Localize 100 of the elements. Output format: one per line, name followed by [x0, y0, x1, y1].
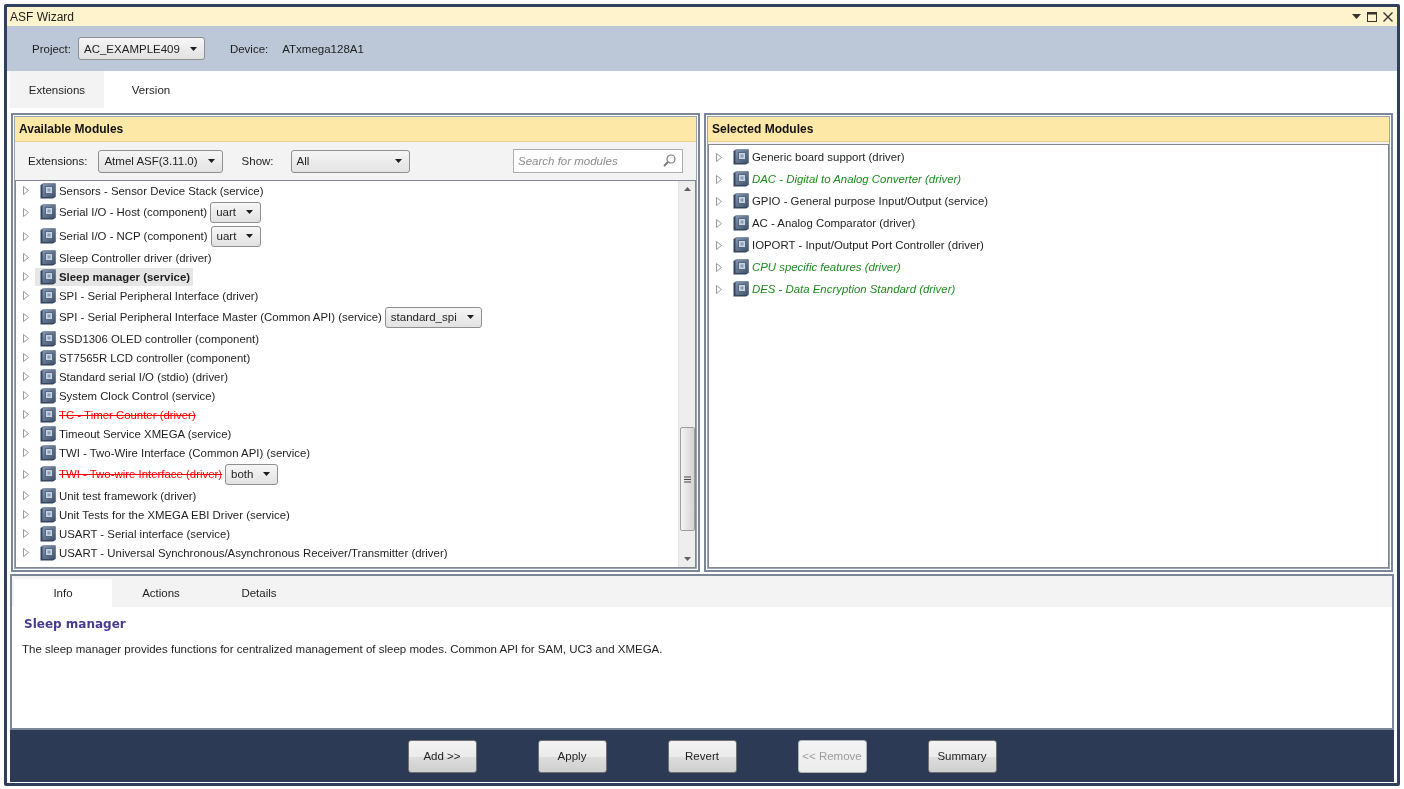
expand-arrow-icon[interactable] [23, 448, 29, 457]
expand-arrow-icon[interactable] [716, 152, 722, 162]
caret-icon [466, 315, 474, 319]
expand-arrow-icon[interactable] [23, 491, 29, 500]
maximize-icon[interactable] [1367, 11, 1377, 22]
module-icon [733, 215, 749, 231]
action-button: << Remove [797, 739, 867, 773]
expand-arrow-icon[interactable] [23, 469, 29, 479]
arrow-up-icon[interactable] [683, 187, 691, 191]
tree-item[interactable]: ST7565R LCD controller (component) [35, 348, 254, 367]
action-button[interactable]: Summary [927, 739, 997, 773]
expand-arrow-icon[interactable] [716, 174, 722, 184]
expand-arrow-icon[interactable] [23, 253, 29, 262]
tree-item[interactable]: Standard serial I/O (stdio) (driver) [35, 367, 231, 386]
tab[interactable]: Version [104, 71, 198, 108]
caret-icon [189, 46, 197, 51]
tree-item[interactable]: CPU specific features (driver) [728, 258, 904, 276]
expand-arrow-icon[interactable] [716, 218, 722, 228]
expand-arrow-icon[interactable] [23, 429, 29, 438]
device-name: ATxmega128A1 [282, 42, 364, 55]
module-icon [733, 193, 749, 209]
expand-arrow-icon[interactable] [716, 284, 722, 294]
tree-item[interactable]: Timeout Service XMEGA (service) [35, 424, 235, 443]
expand-arrow-icon[interactable] [23, 272, 29, 281]
expand-arrow-icon[interactable] [23, 291, 29, 300]
module-icon [40, 387, 56, 404]
tree-item[interactable]: Unit test framework (driver) [35, 486, 200, 505]
tree-item[interactable]: Unit Tests for the XMEGA EBI Driver (service) [35, 505, 293, 524]
option-dropdown[interactable]: uart [210, 201, 261, 223]
tree-item[interactable]: TC - Timer Counter (driver) [35, 405, 199, 424]
scroll-thumb[interactable] [679, 427, 695, 531]
extensions-dropdown[interactable]: Atmel ASF(3.11.0) [98, 149, 223, 173]
module-icon [40, 309, 56, 325]
expand-arrow-icon[interactable] [716, 262, 722, 272]
search-icon[interactable] [663, 154, 676, 167]
module-icon [40, 287, 56, 304]
search-field[interactable]: Search for modules [513, 149, 683, 173]
expand-arrow-icon[interactable] [23, 207, 29, 217]
tab[interactable]: Actions [112, 579, 210, 607]
show-dropdown[interactable]: All [290, 149, 410, 173]
module-icon [40, 182, 56, 199]
tree-item[interactable]: DAC - Digital to Analog Converter (driver) [728, 170, 965, 188]
expand-arrow-icon[interactable] [23, 186, 29, 195]
action-button[interactable]: Add >> [407, 739, 477, 773]
expand-arrow-icon[interactable] [23, 312, 29, 322]
tree-item[interactable]: DES - Data Encryption Standard (driver) [728, 280, 959, 298]
tree-item[interactable]: GPIO - General purpose Input/Output (service) [728, 192, 992, 210]
close-icon[interactable] [1383, 11, 1393, 22]
module-icon [40, 525, 56, 542]
expand-arrow-icon[interactable] [716, 240, 722, 250]
panel-title: Selected Modules [708, 117, 1389, 142]
expand-arrow-icon[interactable] [716, 196, 722, 206]
tab[interactable]: Details [210, 579, 308, 607]
expand-arrow-icon[interactable] [23, 334, 29, 343]
arrow-down-icon[interactable] [683, 557, 691, 561]
caret-icon [207, 159, 215, 163]
tree-item[interactable]: SPI - Serial Peripheral Interface (driver) [35, 286, 262, 305]
option-dropdown[interactable]: standard_spi [384, 306, 482, 328]
tree-item[interactable]: TWI - Two-wire Interface (driver) [35, 465, 226, 483]
expand-arrow-icon[interactable] [23, 372, 29, 381]
scrollbar[interactable] [678, 181, 695, 567]
expand-arrow-icon[interactable] [23, 410, 29, 419]
expand-arrow-icon[interactable] [23, 353, 29, 362]
expand-arrow-icon[interactable] [23, 548, 29, 557]
option-dropdown[interactable]: uart [210, 225, 262, 247]
tree-item[interactable]: Generic board support (driver) [728, 148, 908, 166]
field-label: Project: [32, 42, 71, 55]
tree-item[interactable]: Serial I/O - NCP (component) [35, 227, 211, 245]
expand-arrow-icon[interactable] [23, 391, 29, 400]
tree-item[interactable]: USART - Serial interface (service) [35, 524, 234, 543]
tree-item[interactable]: Sensors - Sensor Device Stack (service) [35, 181, 267, 200]
module-icon [40, 349, 56, 366]
tree-item[interactable]: AC - Analog Comparator (driver) [728, 214, 919, 232]
project-dropdown[interactable]: AC_EXAMPLE409 [78, 37, 205, 60]
tab[interactable]: Extensions [10, 71, 104, 108]
tree-item[interactable]: Sleep Controller driver (driver) [35, 248, 215, 267]
module-icon [40, 425, 56, 442]
expand-arrow-icon[interactable] [23, 231, 29, 241]
module-icon [40, 487, 56, 504]
expand-arrow-icon[interactable] [23, 529, 29, 538]
option-dropdown[interactable]: both [225, 463, 279, 485]
dropdown-arrow-icon[interactable] [1352, 14, 1361, 19]
module-icon [40, 204, 56, 220]
action-button[interactable]: Revert [667, 739, 737, 773]
tree-item[interactable]: TWI - Two-Wire Interface (Common API) (service) [35, 443, 314, 462]
tree-item[interactable]: Sleep manager (service) [35, 267, 194, 286]
module-icon [40, 466, 56, 482]
expand-arrow-icon[interactable] [23, 510, 29, 519]
module-icon [733, 259, 749, 275]
tree-item[interactable]: SSD1306 OLED controller (component) [35, 329, 263, 348]
caret-icon [263, 472, 271, 476]
tab[interactable]: Info [14, 579, 112, 607]
action-button[interactable]: Apply [537, 739, 607, 773]
tree-item[interactable]: IOPORT - Input/Output Port Controller (driver) [728, 236, 987, 254]
tree-item[interactable]: System Clock Control (service) [35, 386, 219, 405]
module-icon [40, 506, 56, 523]
module-icon [40, 406, 56, 423]
tree-item[interactable]: USART - Universal Synchronous/Asynchronous Receiver/Transmitter (driver) [35, 543, 451, 562]
tree-item[interactable]: Serial I/O - Host (component) [35, 203, 211, 221]
tree-item[interactable]: SPI - Serial Peripheral Interface Master (Common API) (service) [35, 308, 385, 326]
